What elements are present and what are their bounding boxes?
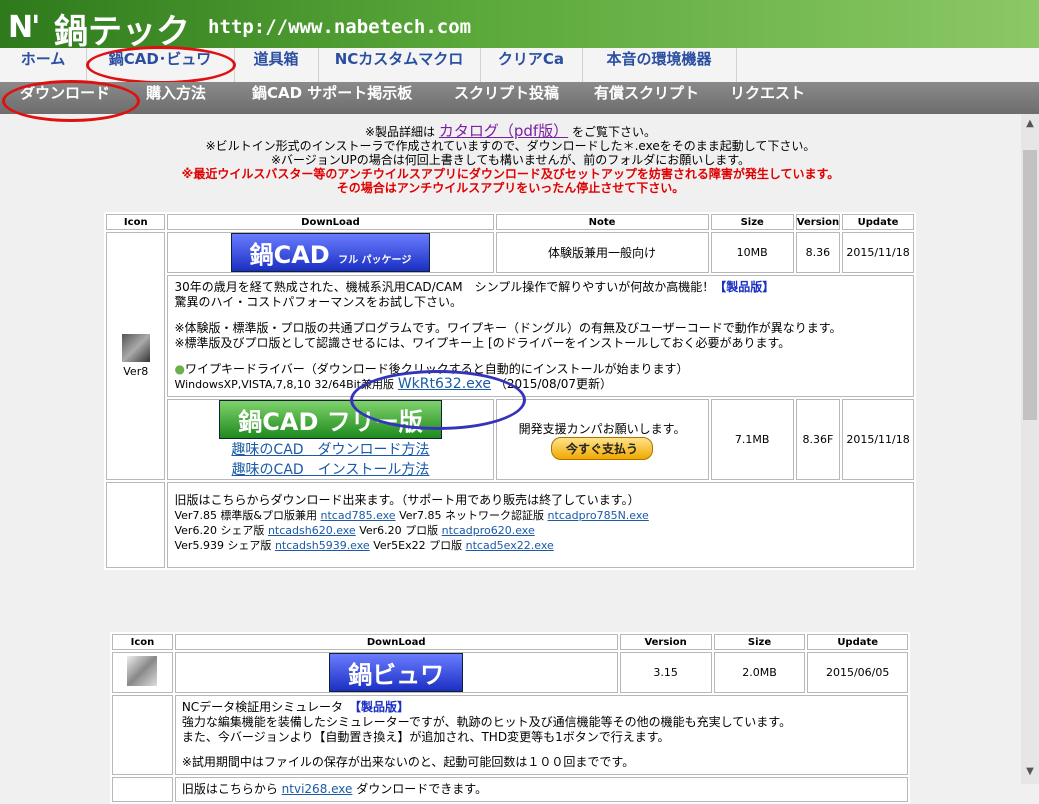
notice-line1-pre: ※製品詳細は [364,125,436,139]
nabecad-download-table: Icon DownLoad Note Size Version Update V… [104,212,916,570]
scroll-thumb[interactable] [1023,150,1037,420]
nabecad-app-icon [121,334,150,362]
old-versions: 旧版はこちらからダウンロード出来ます。（サポート用であり販売は終了しています。）… [167,482,914,568]
nav-toolbox[interactable]: 道具箱 [234,48,319,82]
nav-environment[interactable]: 本音の環境機器 [582,48,737,82]
ntvi268-link[interactable]: ntvi268.exe [282,782,353,796]
pay-now-button[interactable]: 今すぐ支払う [551,436,654,460]
free-download-cell: 鍋CAD フリー版 趣味のCAD ダウンロード方法 趣味のCAD インストール方… [167,399,494,480]
notice-warning-1: ※最近ウイルスバスター等のアンチウイルスアプリにダウンロード及びセットアップを妨… [181,167,840,181]
scroll-down-icon[interactable]: ▼ [1021,766,1039,782]
bullet-icon: ● [174,362,185,376]
donation-cell: 開発支援カンパお願いします。 今すぐ支払う [495,399,709,480]
nav-clearca[interactable]: クリアCa [480,48,583,82]
driver-download-link[interactable]: WkRt632.exe [398,376,491,392]
logo-mark: N' [8,10,40,45]
free-version-cell: 8.36F [795,399,841,480]
ntcadpro785n-link[interactable]: ntcadpro785N.exe [548,509,649,522]
catalog-link[interactable]: カタログ（pdf版） [439,122,568,140]
notice-block: ※製品詳細は カタログ（pdf版） をご覧下さい。 ※ビルトイン形式のインストー… [0,122,1021,196]
col-header-update: Update [842,214,914,230]
update-cell: 2015/11/18 [842,232,914,273]
nabeviewer-download-table: Icon DownLoad Version Size Update 鍋ビュワ 3… [110,632,910,804]
nabecad-full-download-button[interactable]: 鍋CAD フル パッケージ [230,233,431,272]
site-url: http://www.nabetech.com [208,16,472,38]
viewer-icon-cell [112,652,173,693]
col-header-note: Note [495,214,709,230]
secondary-nav: ダウンロード 購入方法 鍋CAD サポート掲示板 スクリプト投稿 有償スクリプト… [0,82,1039,114]
ntcadpro620-link[interactable]: ntcadpro620.exe [442,524,535,537]
col-header-size: Size [710,214,794,230]
col-header-version: Version [795,214,841,230]
note-cell: 体験版兼用一般向け [495,232,709,273]
old-icon-cell [106,482,166,568]
viewer-old-version: 旧版はこちらから ntvi268.exe ダウンロードできます。 [174,777,908,802]
ntcadsh5939-link[interactable]: ntcadsh5939.exe [275,539,370,552]
col-header-version: Version [619,634,712,650]
primary-nav: ホーム 鍋CAD･ビュワ 道具箱 NCカスタムマクロ クリアCa 本音の環境機器 [0,48,1039,83]
nav-purchase[interactable]: 購入方法 [146,82,206,114]
col-header-download: DownLoad [174,634,618,650]
col-header-update: Update [807,634,908,650]
nav-home[interactable]: ホーム [0,48,87,82]
nabeviewer-description: NCデータ検証用シミュレータ 【製品版】 強力な編集機能を装備したシミュレーター… [174,695,908,775]
nav-request[interactable]: リクエスト [730,82,805,114]
hobby-download-guide-link[interactable]: 趣味のCAD ダウンロード方法 [231,442,429,458]
nabeviewer-download-button[interactable]: 鍋ビュワ [329,653,464,692]
notice-line3: ※バージョンUPの場合は何回上書きしても構いませんが、前のフォルダにお願いします… [270,153,751,167]
ntcad785-link[interactable]: ntcad785.exe [321,509,396,522]
viewer-update-cell: 2015/06/05 [807,652,908,693]
logo-text: 鍋テック [54,12,190,52]
ntcadsh620-link[interactable]: ntcadsh620.exe [268,524,356,537]
nav-script-post[interactable]: スクリプト投稿 [454,82,559,114]
col-header-download: DownLoad [167,214,494,230]
version-label: Ver8 [123,365,149,378]
viewer-old-icon-cell [112,777,173,802]
nav-nc-custom-macro[interactable]: NCカスタムマクロ [318,48,481,82]
ntcad5ex22-link[interactable]: ntcad5ex22.exe [466,539,554,552]
notice-warning-2: その場合はアンチウイルスアプリをいったん停止させて下さい。 [336,181,685,195]
nabecad-free-download-button[interactable]: 鍋CAD フリー版 [219,400,442,439]
notice-line2: ※ビルトイン形式のインストーラで作成されていますので、ダウンロードした＊.exe… [205,139,816,153]
nabecad-description: 30年の歳月を経て熟成された、機械系汎用CAD/CAM シンプル操作で解りやすい… [167,275,914,397]
nav-download[interactable]: ダウンロード [20,82,110,114]
viewer-size-cell: 2.0MB [713,652,806,693]
viewer-download-cell: 鍋ビュワ [174,652,618,693]
viewer-version-cell: 3.15 [619,652,712,693]
col-header-icon: Icon [112,634,173,650]
nav-nabecad-viewer[interactable]: 鍋CAD･ビュワ [86,48,235,82]
viewer-desc-icon-cell [112,695,173,775]
col-header-icon: Icon [106,214,166,230]
scroll-up-icon[interactable]: ▲ [1021,118,1039,134]
free-update-cell: 2015/11/18 [842,399,914,480]
col-header-size: Size [713,634,806,650]
nav-support-board[interactable]: 鍋CAD サポート掲示板 [252,82,412,114]
free-size-cell: 7.1MB [710,399,794,480]
nav-paid-script[interactable]: 有償スクリプト [594,82,699,114]
hobby-install-guide-link[interactable]: 趣味のCAD インストール方法 [232,462,430,478]
notice-line1-post: をご覧下さい。 [572,125,657,139]
size-cell: 10MB [710,232,794,273]
version-cell: 8.36 [795,232,841,273]
nabeviewer-app-icon [127,656,158,686]
download-cell: 鍋CAD フル パッケージ [167,232,494,273]
site-header: N' 鍋テック http://www.nabetech.com [0,0,1039,52]
version-icon-cell: Ver8 [106,232,166,480]
